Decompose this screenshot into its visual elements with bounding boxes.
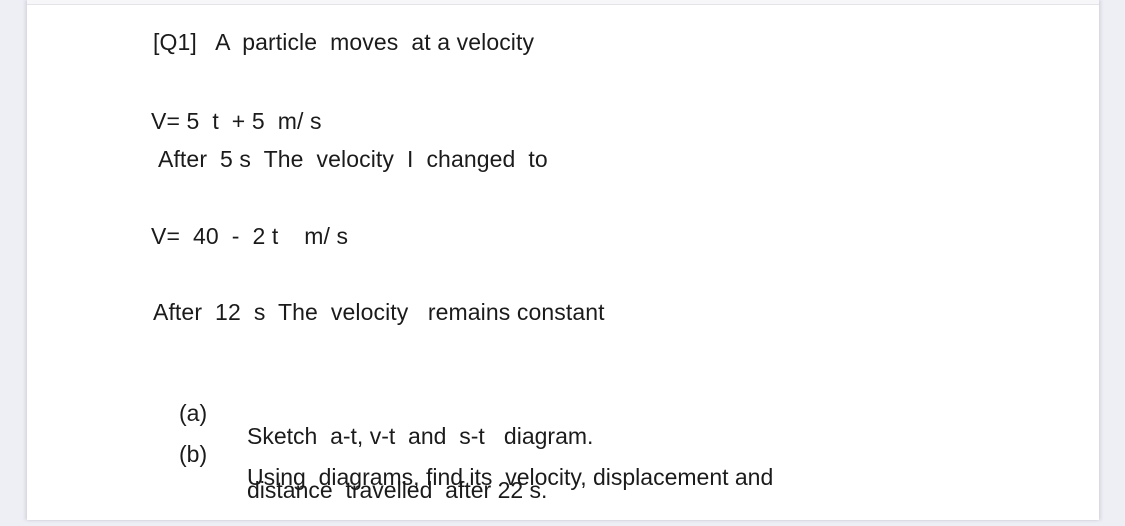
page-right-margin — [1099, 0, 1125, 520]
condition-after-12s: After 12 s The velocity remains constant — [153, 299, 605, 325]
list-item-b-continuation: distance travelled after 22 s. — [27, 456, 547, 525]
list-item-a-text: Sketch a-t, v-t and s-t diagram. — [247, 423, 594, 449]
document-page: [Q1] A particle moves at a velocity V= 5… — [27, 0, 1099, 520]
list-item-b-continuation-text: distance travelled after 22 s. — [247, 477, 548, 503]
page-left-margin — [0, 0, 27, 520]
document-content: [Q1] A particle moves at a velocity V= 5… — [27, 0, 1099, 520]
list-item-b-marker: (b) — [179, 441, 208, 467]
list-item-a-marker: (a) — [179, 400, 208, 426]
screenshot-viewport: [Q1] A particle moves at a velocity V= 5… — [0, 0, 1125, 520]
page-top-edge — [27, 0, 1099, 5]
velocity-equation-2: V= 40 - 2 t m/ s — [151, 223, 349, 249]
question-heading: [Q1] A particle moves at a velocity — [153, 29, 535, 55]
condition-after-5s: After 5 s The velocity I changed to — [158, 146, 548, 172]
velocity-equation-1: V= 5 t + 5 m/ s — [151, 108, 322, 134]
